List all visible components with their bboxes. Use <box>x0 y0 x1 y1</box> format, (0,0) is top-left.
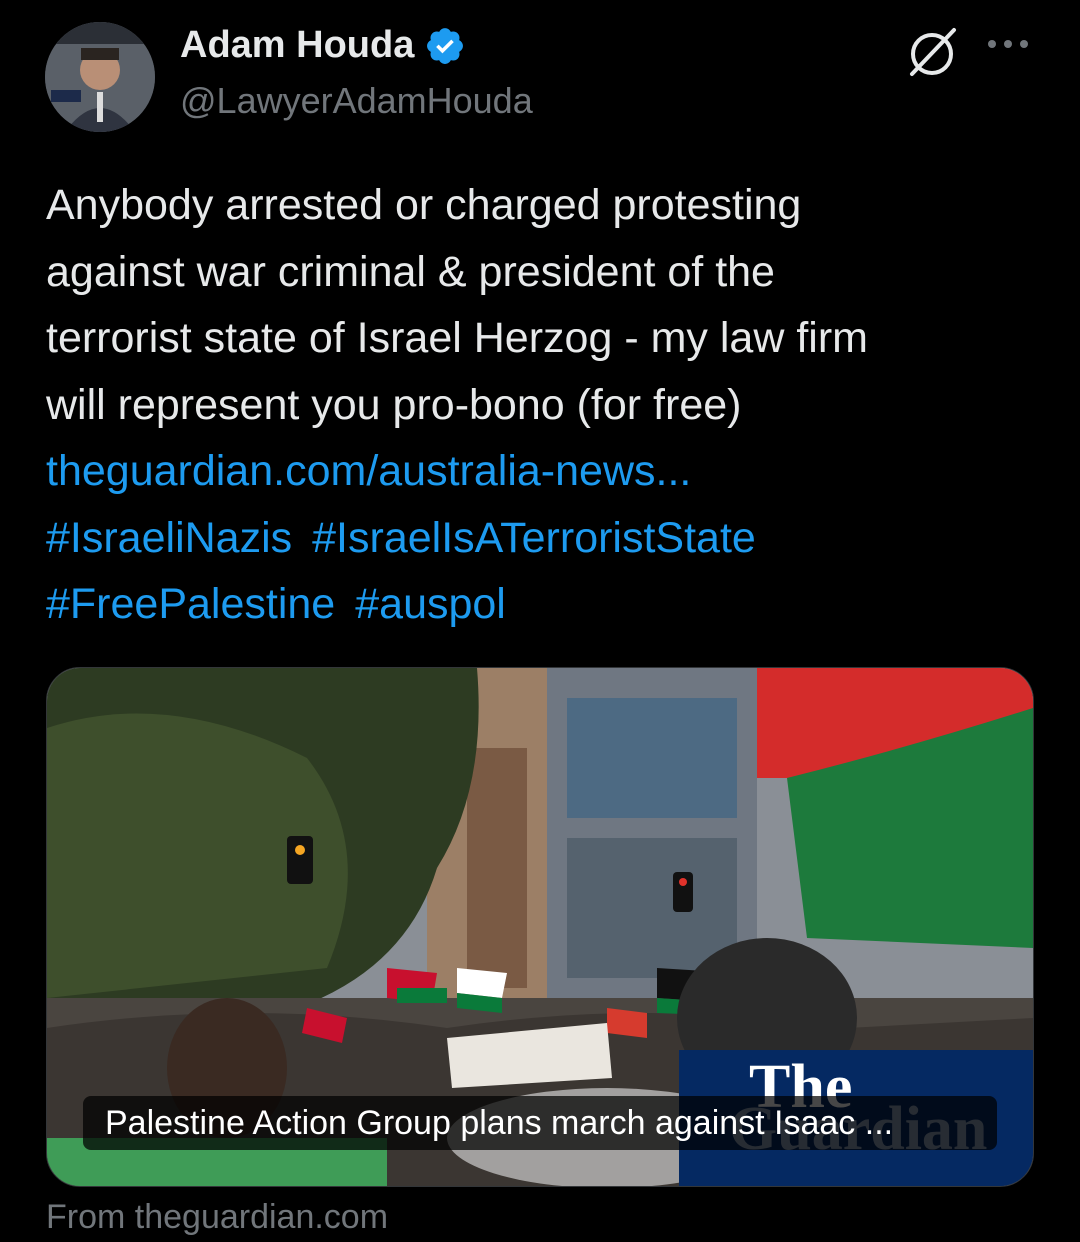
author-display-name[interactable]: Adam Houda <box>180 24 414 67</box>
hashtag-freepalestine[interactable]: #FreePalestine <box>46 580 335 628</box>
tweet-link[interactable]: theguardian.com/australia-news... <box>46 447 691 495</box>
link-preview-card[interactable]: The Guardian Palestine Action Group plan… <box>46 667 1034 1187</box>
tweet-line: against war criminal & president of the <box>46 247 775 296</box>
author-name-row: Adam Houda <box>180 24 466 67</box>
tweet-line: Anybody arrested or charged protesting <box>46 181 802 229</box>
card-source[interactable]: From theguardian.com <box>46 1198 388 1237</box>
tweet-line: terrorist state of Israel Herzog - my la… <box>46 314 868 362</box>
author-avatar[interactable] <box>45 22 155 132</box>
hashtag-auspol[interactable]: #auspol <box>355 580 506 628</box>
tweet-line: will represent you pro-bono (for free) <box>46 380 742 429</box>
author-handle[interactable]: @LawyerAdamHouda <box>180 80 533 122</box>
grok-icon[interactable] <box>904 24 960 80</box>
card-title[interactable]: Palestine Action Group plans march again… <box>83 1096 997 1150</box>
hashtag-israelisaterroriststate[interactable]: #IsraelIsATerroristState <box>312 514 756 562</box>
tweet-text: Anybody arrested or charged protesting a… <box>46 172 1046 638</box>
verified-badge-icon <box>427 27 464 64</box>
hashtag-israelinazis[interactable]: #IsraeliNazis <box>46 514 292 562</box>
more-options-icon[interactable] <box>985 34 1031 54</box>
